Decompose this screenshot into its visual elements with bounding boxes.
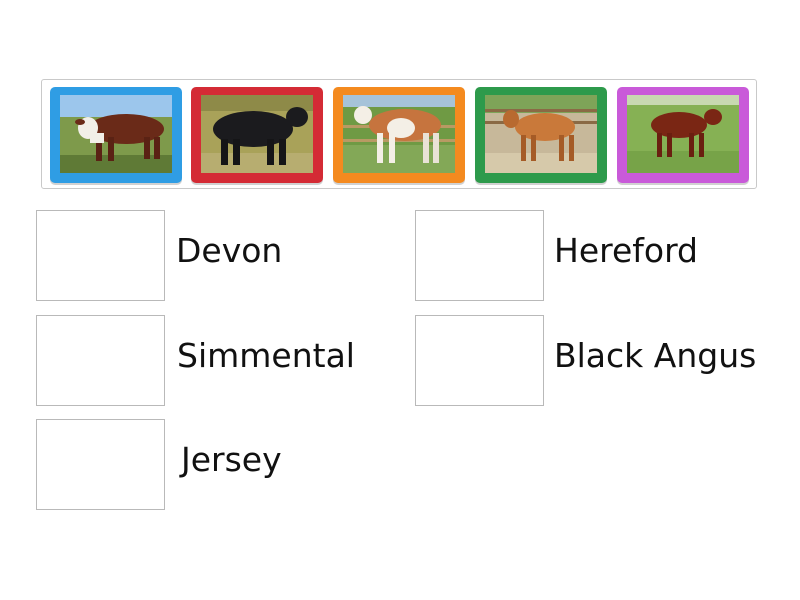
cow-photo-tile-5[interactable] [617,87,749,183]
cow-photo-tile-1[interactable] [50,87,182,183]
cow-photo-2 [201,95,313,173]
cow-photo-3 [343,95,455,173]
cow-photo-5 [627,95,739,173]
cow-photo-1 [60,95,172,173]
cow-photo-tile-3[interactable] [333,87,465,183]
drop-box-hereford[interactable] [415,210,544,301]
answer-label-hereford: Hereford [554,231,699,270]
cow-photo-4 [485,95,597,173]
cow-photo-tile-4[interactable] [475,87,607,183]
answer-label-devon: Devon [176,231,283,270]
cow-photo-tile-2[interactable] [191,87,323,183]
drop-box-devon[interactable] [36,210,165,301]
drop-box-jersey[interactable] [36,419,165,510]
drop-box-black-angus[interactable] [415,315,544,406]
answer-label-simmental: Simmental [177,336,355,375]
drop-box-simmental[interactable] [36,315,165,406]
match-up-activity: Devon Hereford Simmental Black Angus Jer… [0,0,800,600]
answer-label-jersey: Jersey [181,440,282,479]
answer-label-black-angus: Black Angus [554,336,757,375]
